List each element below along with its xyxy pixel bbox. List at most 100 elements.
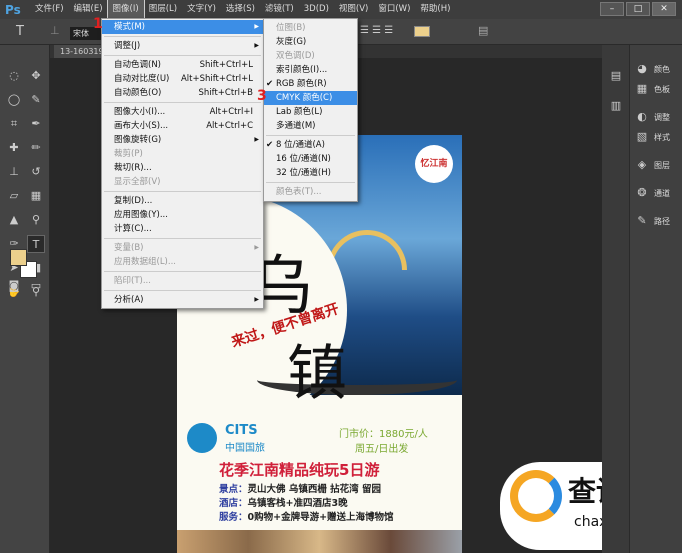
layers-icon: ◈ (637, 158, 647, 171)
styles-icon: ▧ (636, 130, 648, 143)
menu-item[interactable]: 显示全部(V) (102, 175, 263, 189)
panel-label: 通道 (654, 188, 670, 198)
minimize-button[interactable]: – (600, 2, 624, 16)
menu-item[interactable]: 应用图像(Y)... (102, 208, 263, 222)
panels-toggle-icon[interactable]: ▤ (478, 24, 488, 37)
menu-item[interactable]: 复制(D)... (102, 194, 263, 208)
menu-item[interactable]: 分析(A) ▶ (102, 293, 263, 307)
eyedropper-icon[interactable]: ✒ (27, 115, 45, 133)
menu-item[interactable]: Lab 颜色(L) (264, 105, 357, 119)
poster-char-2: 镇 (287, 339, 347, 409)
marquee-tool-icon[interactable]: ◌ (5, 67, 23, 85)
menu-item-shortcut: Alt+Ctrl+C (206, 121, 253, 131)
menu-item[interactable]: 自动对比度(U) Alt+Shift+Ctrl+L (102, 72, 263, 86)
detail-line: 景点：灵山大佛 乌镇西栅 拈花湾 留园 (219, 484, 381, 495)
menu-item[interactable]: 多通道(M) (264, 119, 357, 133)
maximize-button[interactable]: □ (626, 2, 650, 16)
blur-icon[interactable]: ▲ (5, 211, 23, 229)
menu-0[interactable]: 文件(F) (30, 0, 69, 19)
screen-mode-icon[interactable]: ▭ (27, 277, 45, 295)
menu-item[interactable]: 32 位/通道(H) (264, 166, 357, 180)
properties-panel-icon[interactable]: ▥ (607, 97, 625, 115)
image-menu: 模式(M) ▶ 调整(J) ▶ 自动色调(N) Shift+Ctrl+L 自动对比度(U) A… (101, 18, 264, 309)
menu-item-label: 自动对比度(U) (114, 74, 170, 84)
lasso-tool-icon[interactable]: ◯ (5, 91, 23, 109)
swatches-icon: ▦ (636, 82, 648, 95)
history-brush-icon[interactable]: ↺ (27, 163, 45, 181)
history-panel-icon[interactable]: ▤ (607, 67, 625, 85)
dodge-icon[interactable]: ⚲ (27, 211, 45, 229)
quick-mask-icon[interactable]: ◙ (5, 277, 23, 295)
quick-select-icon[interactable]: ✎ (27, 91, 45, 109)
menu-item[interactable]: 画布大小(S)... Alt+Ctrl+C (102, 119, 263, 133)
menu-item[interactable]: 颜色表(T)... (264, 185, 357, 199)
depart-text: 周五/日出发 (355, 444, 409, 455)
menu-item[interactable]: ✔ 8 位/通道(A) (264, 138, 357, 152)
crop-tool-icon[interactable]: ⌗ (5, 115, 23, 133)
cits-logo-icon (187, 423, 217, 453)
menu-10[interactable]: 帮助(H) (415, 0, 455, 19)
detail-line: 服务：0购物+金牌导游+赠送上海博物馆 (219, 512, 394, 523)
close-button[interactable]: ✕ (652, 2, 676, 16)
menu-9[interactable]: 窗口(W) (373, 0, 415, 19)
menu-item[interactable]: 位图(B) (264, 21, 357, 35)
menu-item[interactable]: 变量(B) ▶ (102, 241, 263, 255)
brush-icon[interactable]: ✏ (27, 139, 45, 157)
menu-5[interactable]: 选择(S) (221, 0, 260, 19)
brand-cn: 中国国旅 (225, 443, 265, 454)
menu-item[interactable]: 双色调(D) (264, 49, 357, 63)
panel-label: 颜色 (654, 64, 670, 74)
healing-brush-icon[interactable]: ✚ (5, 139, 23, 157)
menu-3[interactable]: 图层(L) (144, 0, 182, 19)
ps-logo: Ps (5, 2, 21, 17)
menu-item[interactable]: 模式(M) ▶ (102, 20, 263, 34)
menu-item[interactable]: 索引颜色(I)... (264, 63, 357, 77)
menu-6[interactable]: 滤镜(T) (260, 0, 299, 19)
menu-separator (266, 182, 355, 183)
menu-8[interactable]: 视图(V) (334, 0, 373, 19)
menu-2[interactable]: 图像(I) (106, 0, 145, 20)
menu-item-label: RGB 颜色(R) (276, 79, 327, 89)
foreground-color-swatch[interactable] (10, 249, 27, 266)
menu-item-label: 灰度(G) (276, 37, 307, 47)
menu-item[interactable]: 计算(C)... (102, 222, 263, 236)
adjustments-icon: ◐ (637, 110, 647, 123)
menu-item-label: 图像旋转(G) (114, 135, 162, 145)
annotation-3: 3 (257, 88, 267, 104)
menu-7[interactable]: 3D(D) (299, 0, 334, 19)
menu-item[interactable]: 调整(J) ▶ (102, 39, 263, 53)
text-tool-icon[interactable]: T (16, 24, 24, 39)
menu-item[interactable]: 自动颜色(O) Shift+Ctrl+B (102, 86, 263, 100)
menu-item[interactable]: 图像旋转(G) ▶ (102, 133, 263, 147)
orientation-icon[interactable]: ⊥ (50, 24, 60, 37)
move-tool-icon[interactable]: ✥ (27, 67, 45, 85)
text-color-swatch[interactable] (414, 26, 430, 37)
menu-item-label: 索引颜色(I)... (276, 65, 328, 75)
menu-item[interactable]: CMYK 颜色(C) (264, 91, 357, 105)
panel-label: 调整 (654, 112, 670, 122)
menu-item[interactable]: 灰度(G) (264, 35, 357, 49)
stamp-icon[interactable]: ⊥ (5, 163, 23, 181)
brand-name: CITS (225, 423, 258, 438)
menu-item-label: 图像大小(I)... (114, 107, 166, 117)
menu-4[interactable]: 文字(Y) (182, 0, 221, 19)
eraser-icon[interactable]: ▱ (5, 187, 23, 205)
menu-item-label: 位图(B) (276, 23, 306, 33)
menu-item[interactable]: 应用数据组(L)... (102, 255, 263, 269)
menu-item[interactable]: ✔ RGB 颜色(R) (264, 77, 357, 91)
align-icons[interactable]: ☰ ☰ ☰ (360, 25, 393, 36)
gradient-icon[interactable]: ▦ (27, 187, 45, 205)
watermark-logo-icon (510, 470, 562, 522)
menu-item[interactable]: 图像大小(I)... Alt+Ctrl+I (102, 105, 263, 119)
menu-item[interactable]: 自动色调(N) Shift+Ctrl+L (102, 58, 263, 72)
menu-item-label: 画布大小(S)... (114, 121, 169, 131)
menu-item[interactable]: 裁剪(P) (102, 147, 263, 161)
menu-item[interactable]: 16 位/通道(N) (264, 152, 357, 166)
panel-label: 图层 (654, 160, 670, 170)
headline: 花季江南精品纯玩5日游 (219, 461, 380, 479)
menu-item-label: 16 位/通道(N) (276, 154, 331, 164)
menu-item[interactable]: 陷印(T)... (102, 274, 263, 288)
paths-icon: ✎ (637, 214, 647, 227)
menu-item[interactable]: 裁切(R)... (102, 161, 263, 175)
type-tool-icon[interactable]: T (27, 235, 45, 253)
